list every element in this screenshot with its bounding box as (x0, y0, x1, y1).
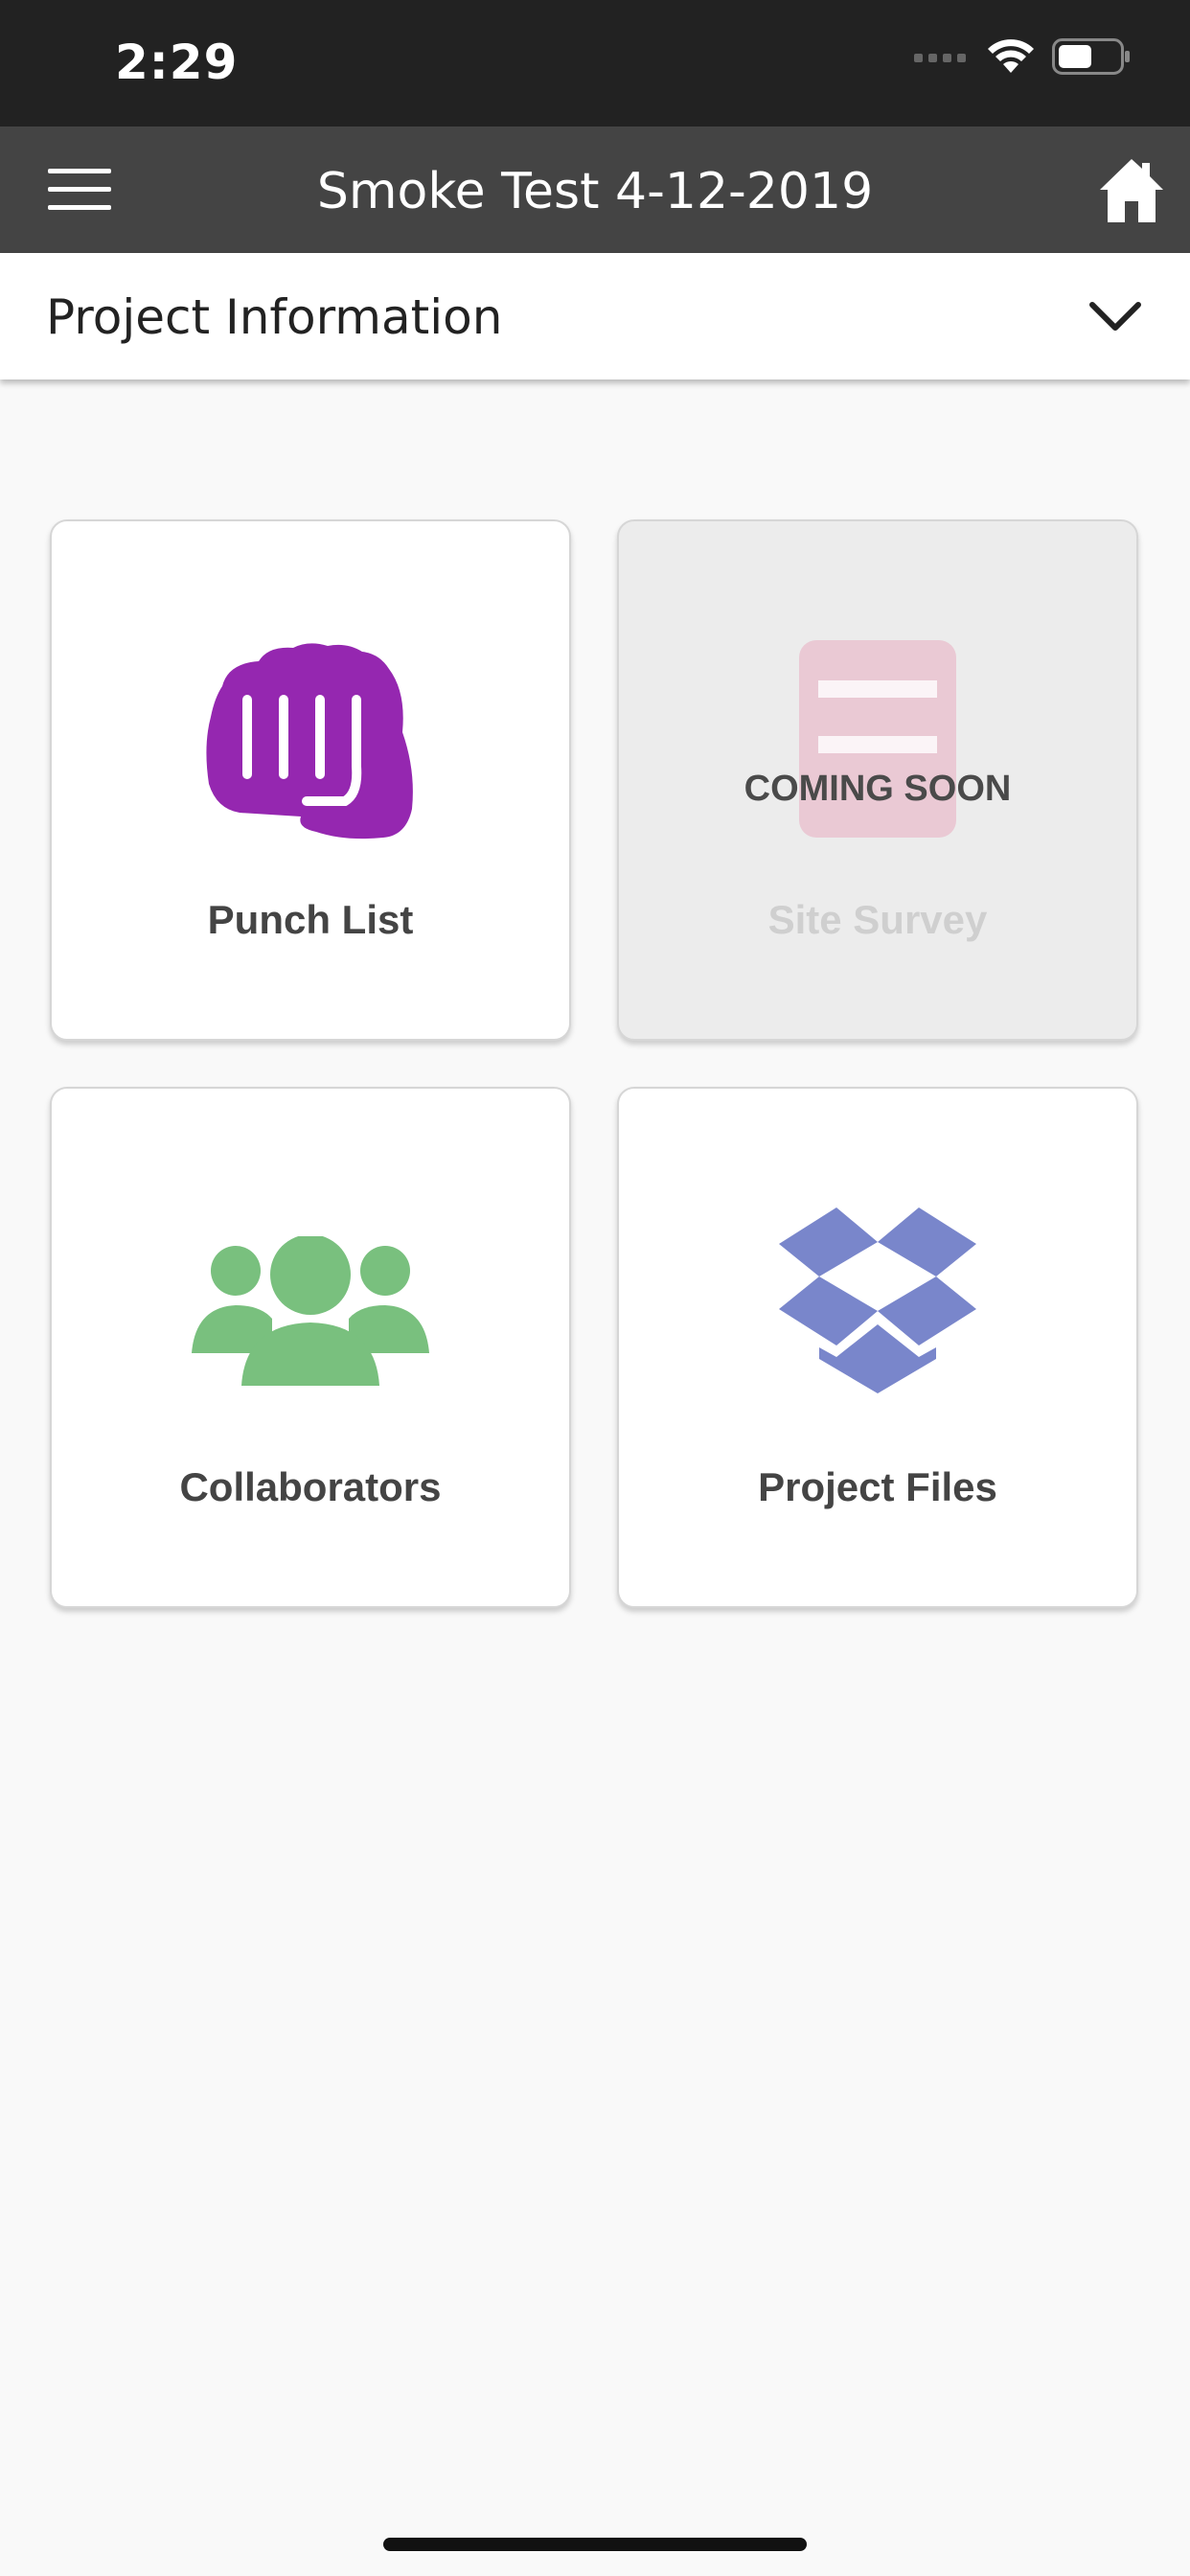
site-survey-label: Site Survey (767, 897, 988, 942)
home-icon[interactable] (1096, 155, 1167, 224)
project-information-dropdown[interactable]: Project Information (0, 253, 1190, 380)
battery-icon (1052, 38, 1130, 75)
dropbox-icon (779, 1208, 976, 1393)
status-time: 2:29 (115, 34, 239, 90)
nav-bar: Smoke Test 4-12-2019 (0, 126, 1190, 253)
punch-list-label: Punch List (207, 897, 414, 942)
status-bar: 2:29 (0, 0, 1190, 126)
project-information-label: Project Information (46, 289, 503, 345)
fist-icon (206, 643, 413, 840)
collaborators-label: Collaborators (179, 1464, 442, 1509)
status-indicators (914, 38, 1131, 75)
cellular-signal-icon (914, 54, 966, 62)
page-title: Smoke Test 4-12-2019 (316, 163, 874, 220)
chevron-down-icon[interactable] (1087, 291, 1144, 339)
punch-list-tile[interactable]: Punch List (50, 519, 571, 1041)
home-indicator (383, 2538, 807, 2551)
coming-soon-badge: COMING SOON (744, 769, 1012, 809)
collaborators-tile[interactable]: Collaborators (50, 1087, 571, 1608)
people-group-icon (192, 1236, 429, 1386)
wifi-icon (988, 39, 1034, 73)
site-survey-tile: COMING SOON Site Survey (617, 519, 1138, 1041)
project-files-label: Project Files (758, 1464, 997, 1509)
project-files-tile[interactable]: Project Files (617, 1087, 1138, 1608)
